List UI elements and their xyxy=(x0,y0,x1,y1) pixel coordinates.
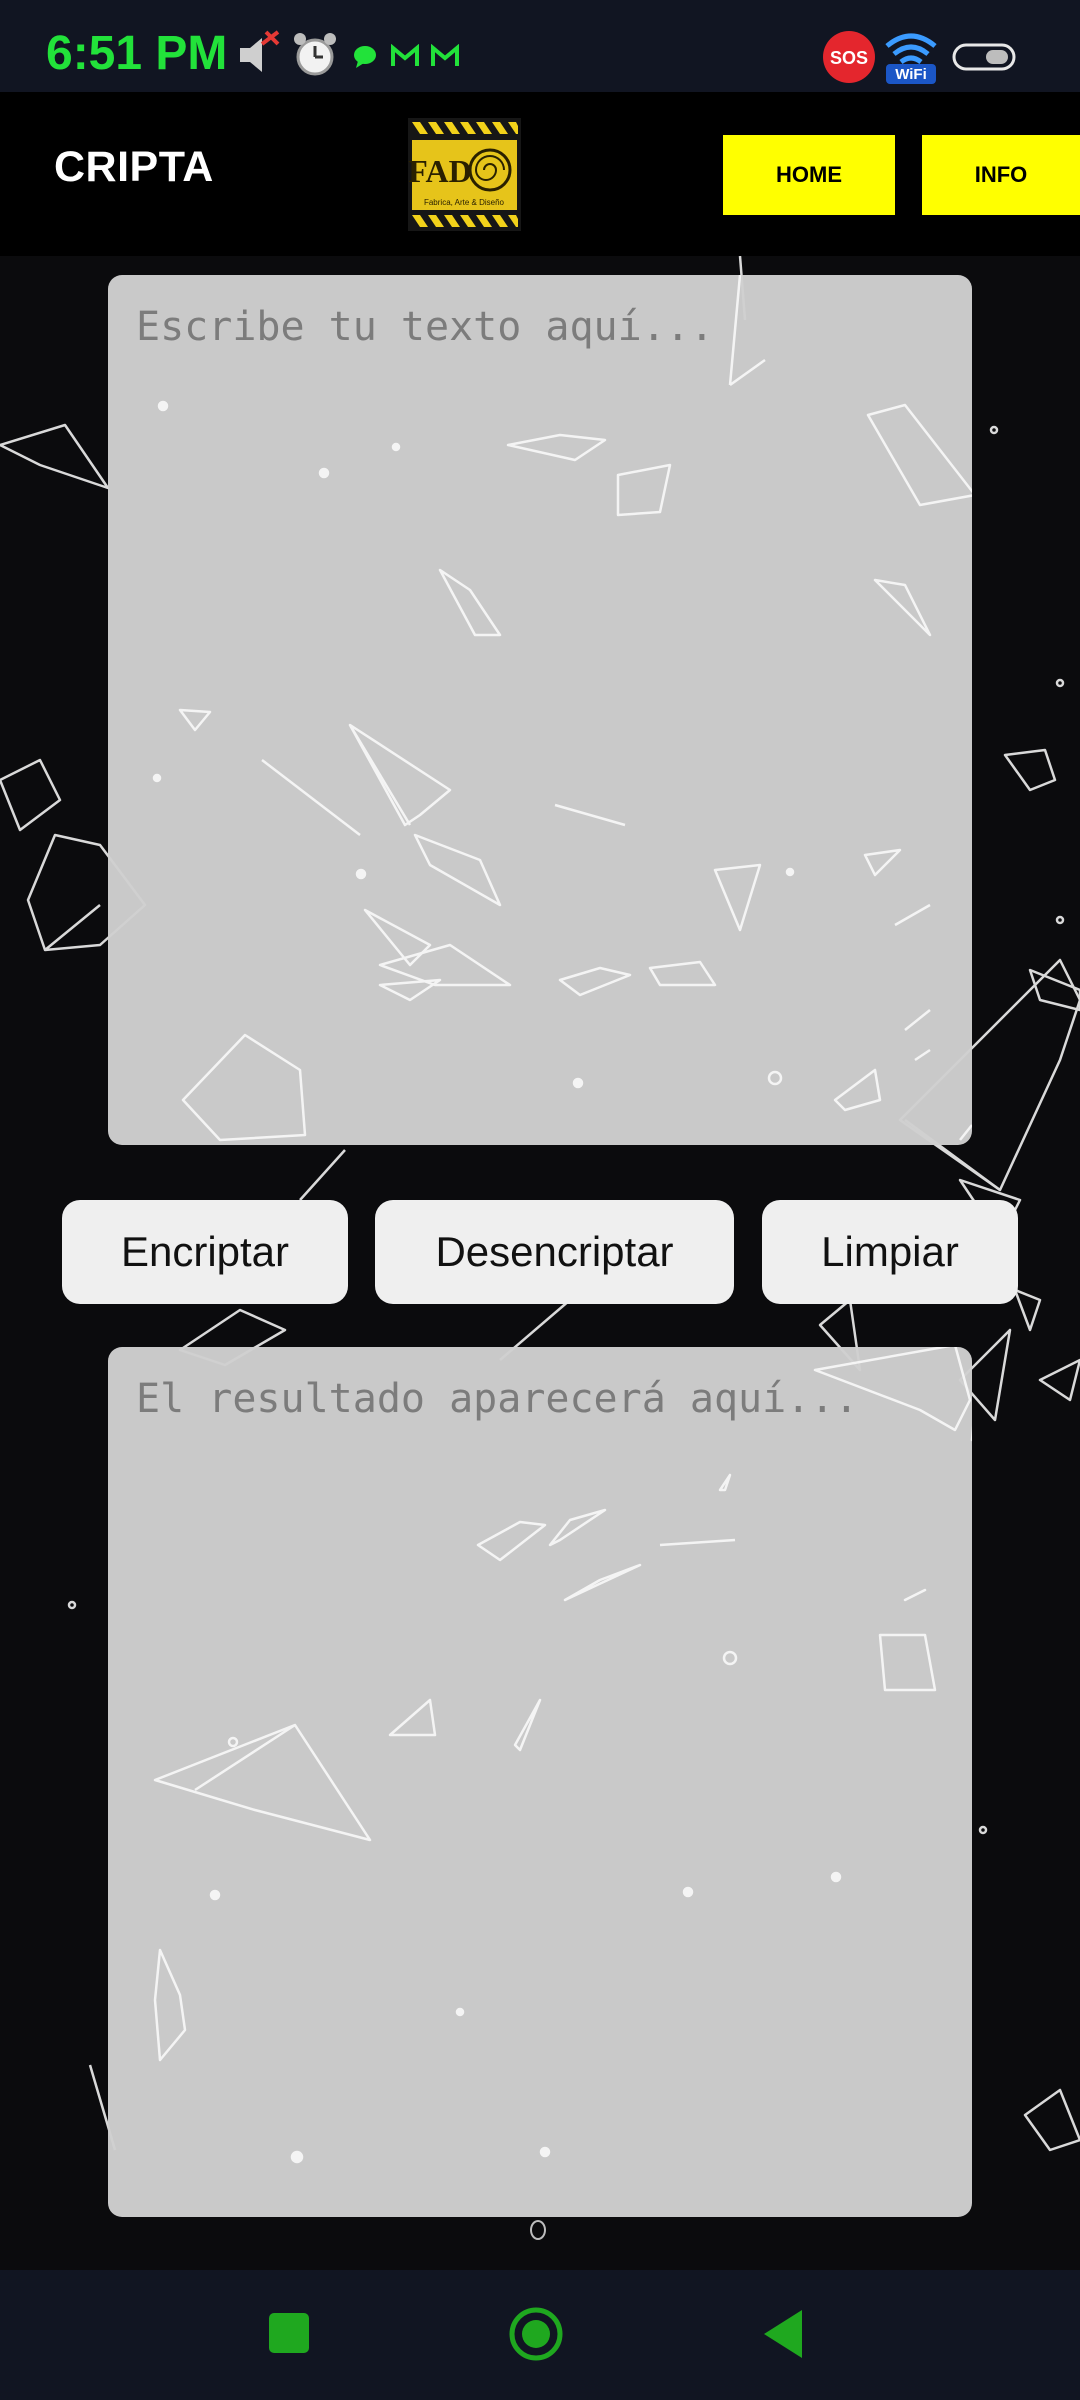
encrypt-button[interactable]: Encriptar xyxy=(62,1200,348,1304)
app-header: CRIPTA FAD Fabrica, Arte & Diseño HOME I… xyxy=(0,92,1080,256)
clear-button[interactable]: Limpiar xyxy=(762,1200,1018,1304)
output-textarea[interactable]: El resultado aparecerá aquí... xyxy=(108,1347,972,2217)
home-icon[interactable] xyxy=(508,2306,564,2362)
output-decoration xyxy=(153,1347,972,2164)
app-screen: 6:51 PM SOS WiFi CRIPTA FAD Fabrica, Art… xyxy=(0,0,1080,2400)
battery-icon xyxy=(952,43,1016,71)
info-button[interactable]: INFO xyxy=(922,135,1080,215)
decrypt-button[interactable]: Desencriptar xyxy=(375,1200,734,1304)
gmail-icon xyxy=(431,44,459,66)
logo[interactable]: FAD Fabrica, Arte & Diseño xyxy=(408,118,521,231)
svg-text:Fabrica, Arte & Diseño: Fabrica, Arte & Diseño xyxy=(424,198,505,207)
svg-text:WiFi: WiFi xyxy=(895,66,927,83)
svg-text:FAD: FAD xyxy=(408,153,471,189)
speaker-muted-icon xyxy=(240,30,280,72)
status-bar: 6:51 PM SOS WiFi xyxy=(0,0,1080,92)
chat-bubble-icon xyxy=(354,46,376,68)
gmail-icon xyxy=(391,44,419,66)
input-textarea[interactable]: Escribe tu texto aquí... xyxy=(108,275,972,1145)
system-nav-bar xyxy=(0,2270,1080,2400)
svg-text:SOS: SOS xyxy=(830,48,868,68)
input-placeholder: Escribe tu texto aquí... xyxy=(136,304,714,350)
home-button[interactable]: HOME xyxy=(723,135,895,215)
recent-apps-icon[interactable] xyxy=(268,2312,310,2354)
sos-icon: SOS xyxy=(823,31,875,83)
output-placeholder: El resultado aparecerá aquí... xyxy=(136,1376,859,1422)
back-icon[interactable] xyxy=(760,2308,804,2360)
app-title: CRIPTA xyxy=(54,143,214,191)
input-decoration xyxy=(152,275,972,1142)
status-time: 6:51 PM xyxy=(46,27,228,80)
decorative-circle xyxy=(530,2220,546,2240)
alarm-clock-icon xyxy=(294,33,336,76)
wifi-icon: WiFi xyxy=(885,33,937,84)
